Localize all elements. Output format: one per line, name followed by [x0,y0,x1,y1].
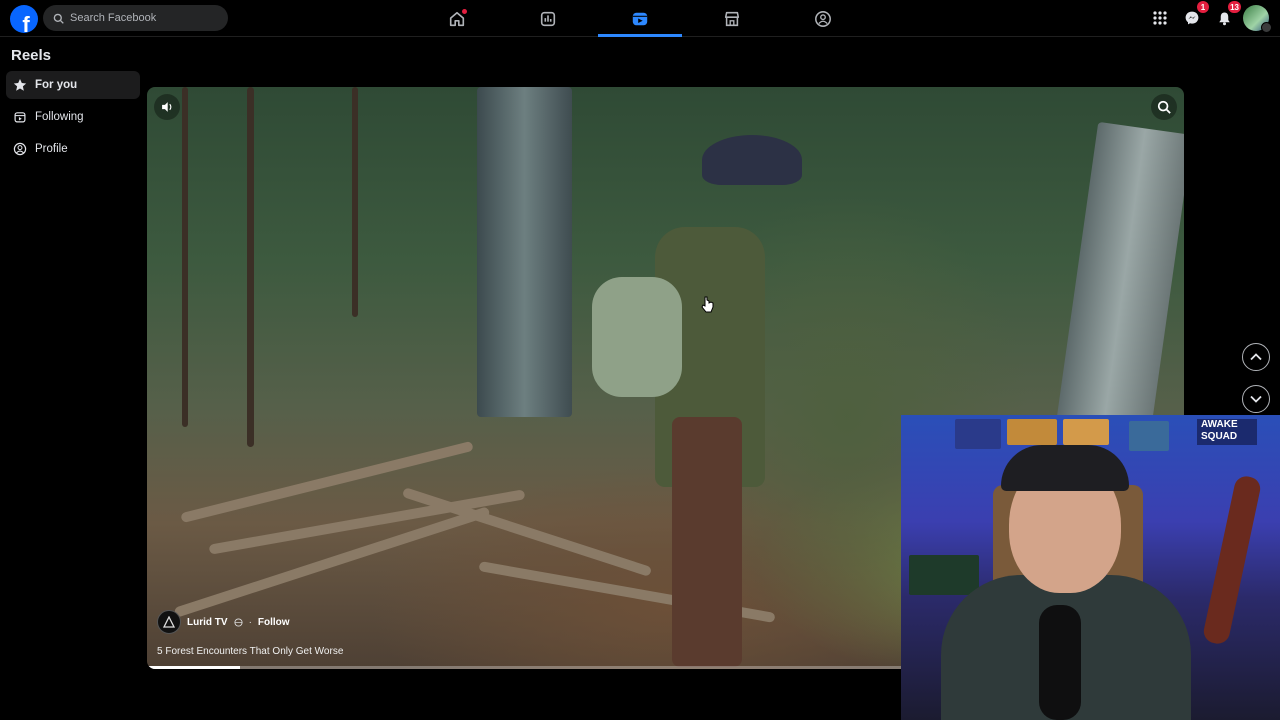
tab-marketplace[interactable] [690,0,774,37]
microphone-image [1039,605,1081,720]
speaker-icon [162,102,172,112]
reel-title: 5 Forest Encounters That Only Get Worse [157,646,344,657]
chevron-up-icon [1250,353,1262,361]
wall-sign-line: SQUAD [1201,431,1238,442]
tab-reels[interactable] [598,0,682,37]
account-avatar-button[interactable] [1243,5,1272,33]
author-name[interactable]: Lurid TV [187,617,228,628]
notifications-button[interactable]: 13 [1211,1,1241,31]
marketplace-icon [724,11,740,26]
reel-caption: Lurid TV · Follow 5 Forest Encounters Th… [157,610,343,657]
following-icon [14,112,26,123]
search-input[interactable] [70,12,220,24]
tree-trunk-image [477,87,572,417]
desk-light-image [909,555,979,595]
bell-icon [1218,12,1230,25]
channel-logo-icon [163,616,175,628]
messenger-button[interactable]: 1 [1179,1,1209,31]
hiker-legs-image [672,417,742,667]
tab-home[interactable] [415,0,499,37]
profile-icon [13,142,27,156]
chevron-down-icon [1250,395,1262,403]
previous-reel-button[interactable] [1242,343,1270,371]
search-icon [1157,100,1171,114]
backpack-image [592,277,682,397]
notifications-badge: 13 [1228,1,1241,13]
reels-video-icon [632,12,648,25]
guitar-image [1201,474,1263,646]
home-notification-dot [462,9,467,14]
chart-icon [540,11,556,26]
messenger-badge: 1 [1197,1,1209,13]
tab-groups[interactable] [781,0,865,37]
leaning-tree-image [1056,121,1184,433]
follow-button[interactable]: Follow [258,617,290,628]
search-icon [53,13,64,24]
separator-dot: · [248,616,252,628]
page-title: Reels [11,47,52,64]
wall-poster-image [1063,419,1109,445]
sidebar-item-following[interactable]: Following [6,103,140,131]
tab-professional-dashboard[interactable] [506,0,590,37]
sidebar-item-label: For you [35,79,78,91]
sidebar-item-label: Following [35,111,84,123]
wall-poster-image [1007,419,1057,445]
star-icon [13,79,27,91]
mouse-pointer-icon [701,296,714,313]
menu-button[interactable] [1147,5,1173,31]
wall-poster-image [1129,421,1169,451]
video-search-button[interactable] [1151,94,1177,120]
thin-tree-image [352,87,358,317]
sidebar-item-for-you[interactable]: For you [6,71,140,99]
groups-icon [815,10,831,27]
wall-poster-image [955,419,1001,449]
facebook-logo[interactable]: f [10,5,38,33]
webcam-overlay: AWAKE SQUAD [901,415,1280,720]
sidebar-item-label: Profile [35,143,68,155]
messenger-icon [1185,11,1199,25]
thin-tree-image [182,87,188,427]
top-navigation-bar: f Search Facebook 1 13 [0,0,1280,37]
globe-icon [234,617,243,627]
search-box[interactable] [43,5,228,31]
mute-button[interactable] [154,94,180,120]
facebook-logo-letter: f [22,12,30,34]
thin-tree-image [247,87,254,447]
person-cap-image [1001,445,1129,491]
sidebar-item-profile[interactable]: Profile [6,135,140,163]
wall-sign-line: AWAKE [1201,419,1238,430]
wall-sign: AWAKE SQUAD [1197,419,1257,445]
author-row: Lurid TV · Follow [157,610,343,634]
grid-menu-icon [1153,11,1167,25]
next-reel-button[interactable] [1242,385,1270,413]
hiker-hat-image [702,135,802,185]
author-avatar[interactable] [157,610,181,634]
video-progress-fill [147,666,241,669]
